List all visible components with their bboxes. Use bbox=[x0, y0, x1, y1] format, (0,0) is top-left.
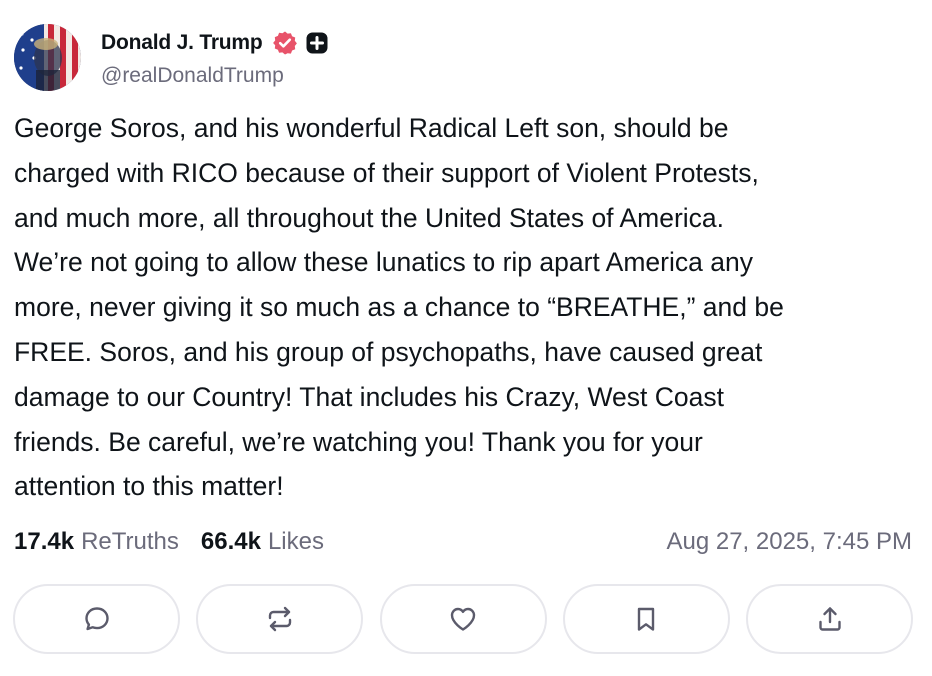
flag-portrait-avatar-icon bbox=[14, 23, 81, 91]
author-names: Donald J. Trump @realDonaldTrump bbox=[101, 27, 328, 88]
like-button[interactable] bbox=[379, 584, 547, 654]
retruths-stat[interactable]: 17.4k ReTruths bbox=[14, 528, 179, 556]
author-display-name[interactable]: Donald J. Trump bbox=[101, 31, 263, 55]
share-icon bbox=[818, 607, 841, 631]
bookmark-button[interactable] bbox=[562, 584, 730, 654]
likes-stat[interactable]: 66.4k Likes bbox=[201, 528, 324, 556]
repost-icon bbox=[268, 606, 291, 632]
share-button[interactable] bbox=[746, 584, 913, 654]
likes-label: Likes bbox=[267, 528, 324, 555]
post-line: attention to this matter! bbox=[14, 471, 284, 502]
retruth-button[interactable] bbox=[196, 584, 364, 654]
retruths-label: ReTruths bbox=[81, 528, 179, 555]
post-line: more, never giving it so much as a chanc… bbox=[14, 292, 784, 323]
post-line: friends. Be careful, we’re watching you!… bbox=[14, 426, 703, 457]
post-line: and much more, all throughout the United… bbox=[14, 202, 725, 233]
post-line: George Soros, and his wonderful Radical … bbox=[14, 113, 729, 143]
post-line: FREE. Soros, and his group of psychopath… bbox=[14, 336, 763, 367]
likes-count: 66.4k bbox=[200, 528, 261, 555]
name-row: Donald J. Trump bbox=[101, 27, 328, 59]
post-line: charged with RICO because of their suppo… bbox=[14, 157, 759, 188]
action-bar bbox=[13, 584, 913, 654]
post-timestamp: Aug 27, 2025, 7:45 PM bbox=[666, 528, 912, 555]
post-stats: 17.4k ReTruths 66.4k Likes Aug 27, 2025, 7… bbox=[14, 524, 912, 560]
plus-badge-icon bbox=[306, 32, 328, 54]
author-handle[interactable]: @realDonaldTrump bbox=[101, 64, 328, 88]
post-header: Donald J. Trump @realDonaldTrump bbox=[14, 22, 328, 92]
heart-icon bbox=[450, 607, 476, 631]
verified-badge-icon bbox=[272, 30, 298, 56]
reply-button[interactable] bbox=[13, 584, 180, 654]
post-body: George Soros, and his wonderful Radical … bbox=[14, 106, 914, 509]
post-line: damage to our Country! That includes his… bbox=[14, 381, 724, 412]
post-line: We’re not going to allow these lunatics … bbox=[14, 247, 753, 278]
avatar[interactable] bbox=[14, 23, 81, 91]
retruths-count: 17.4k bbox=[14, 528, 75, 555]
comment-icon bbox=[84, 607, 109, 631]
bookmark-icon bbox=[638, 607, 655, 631]
